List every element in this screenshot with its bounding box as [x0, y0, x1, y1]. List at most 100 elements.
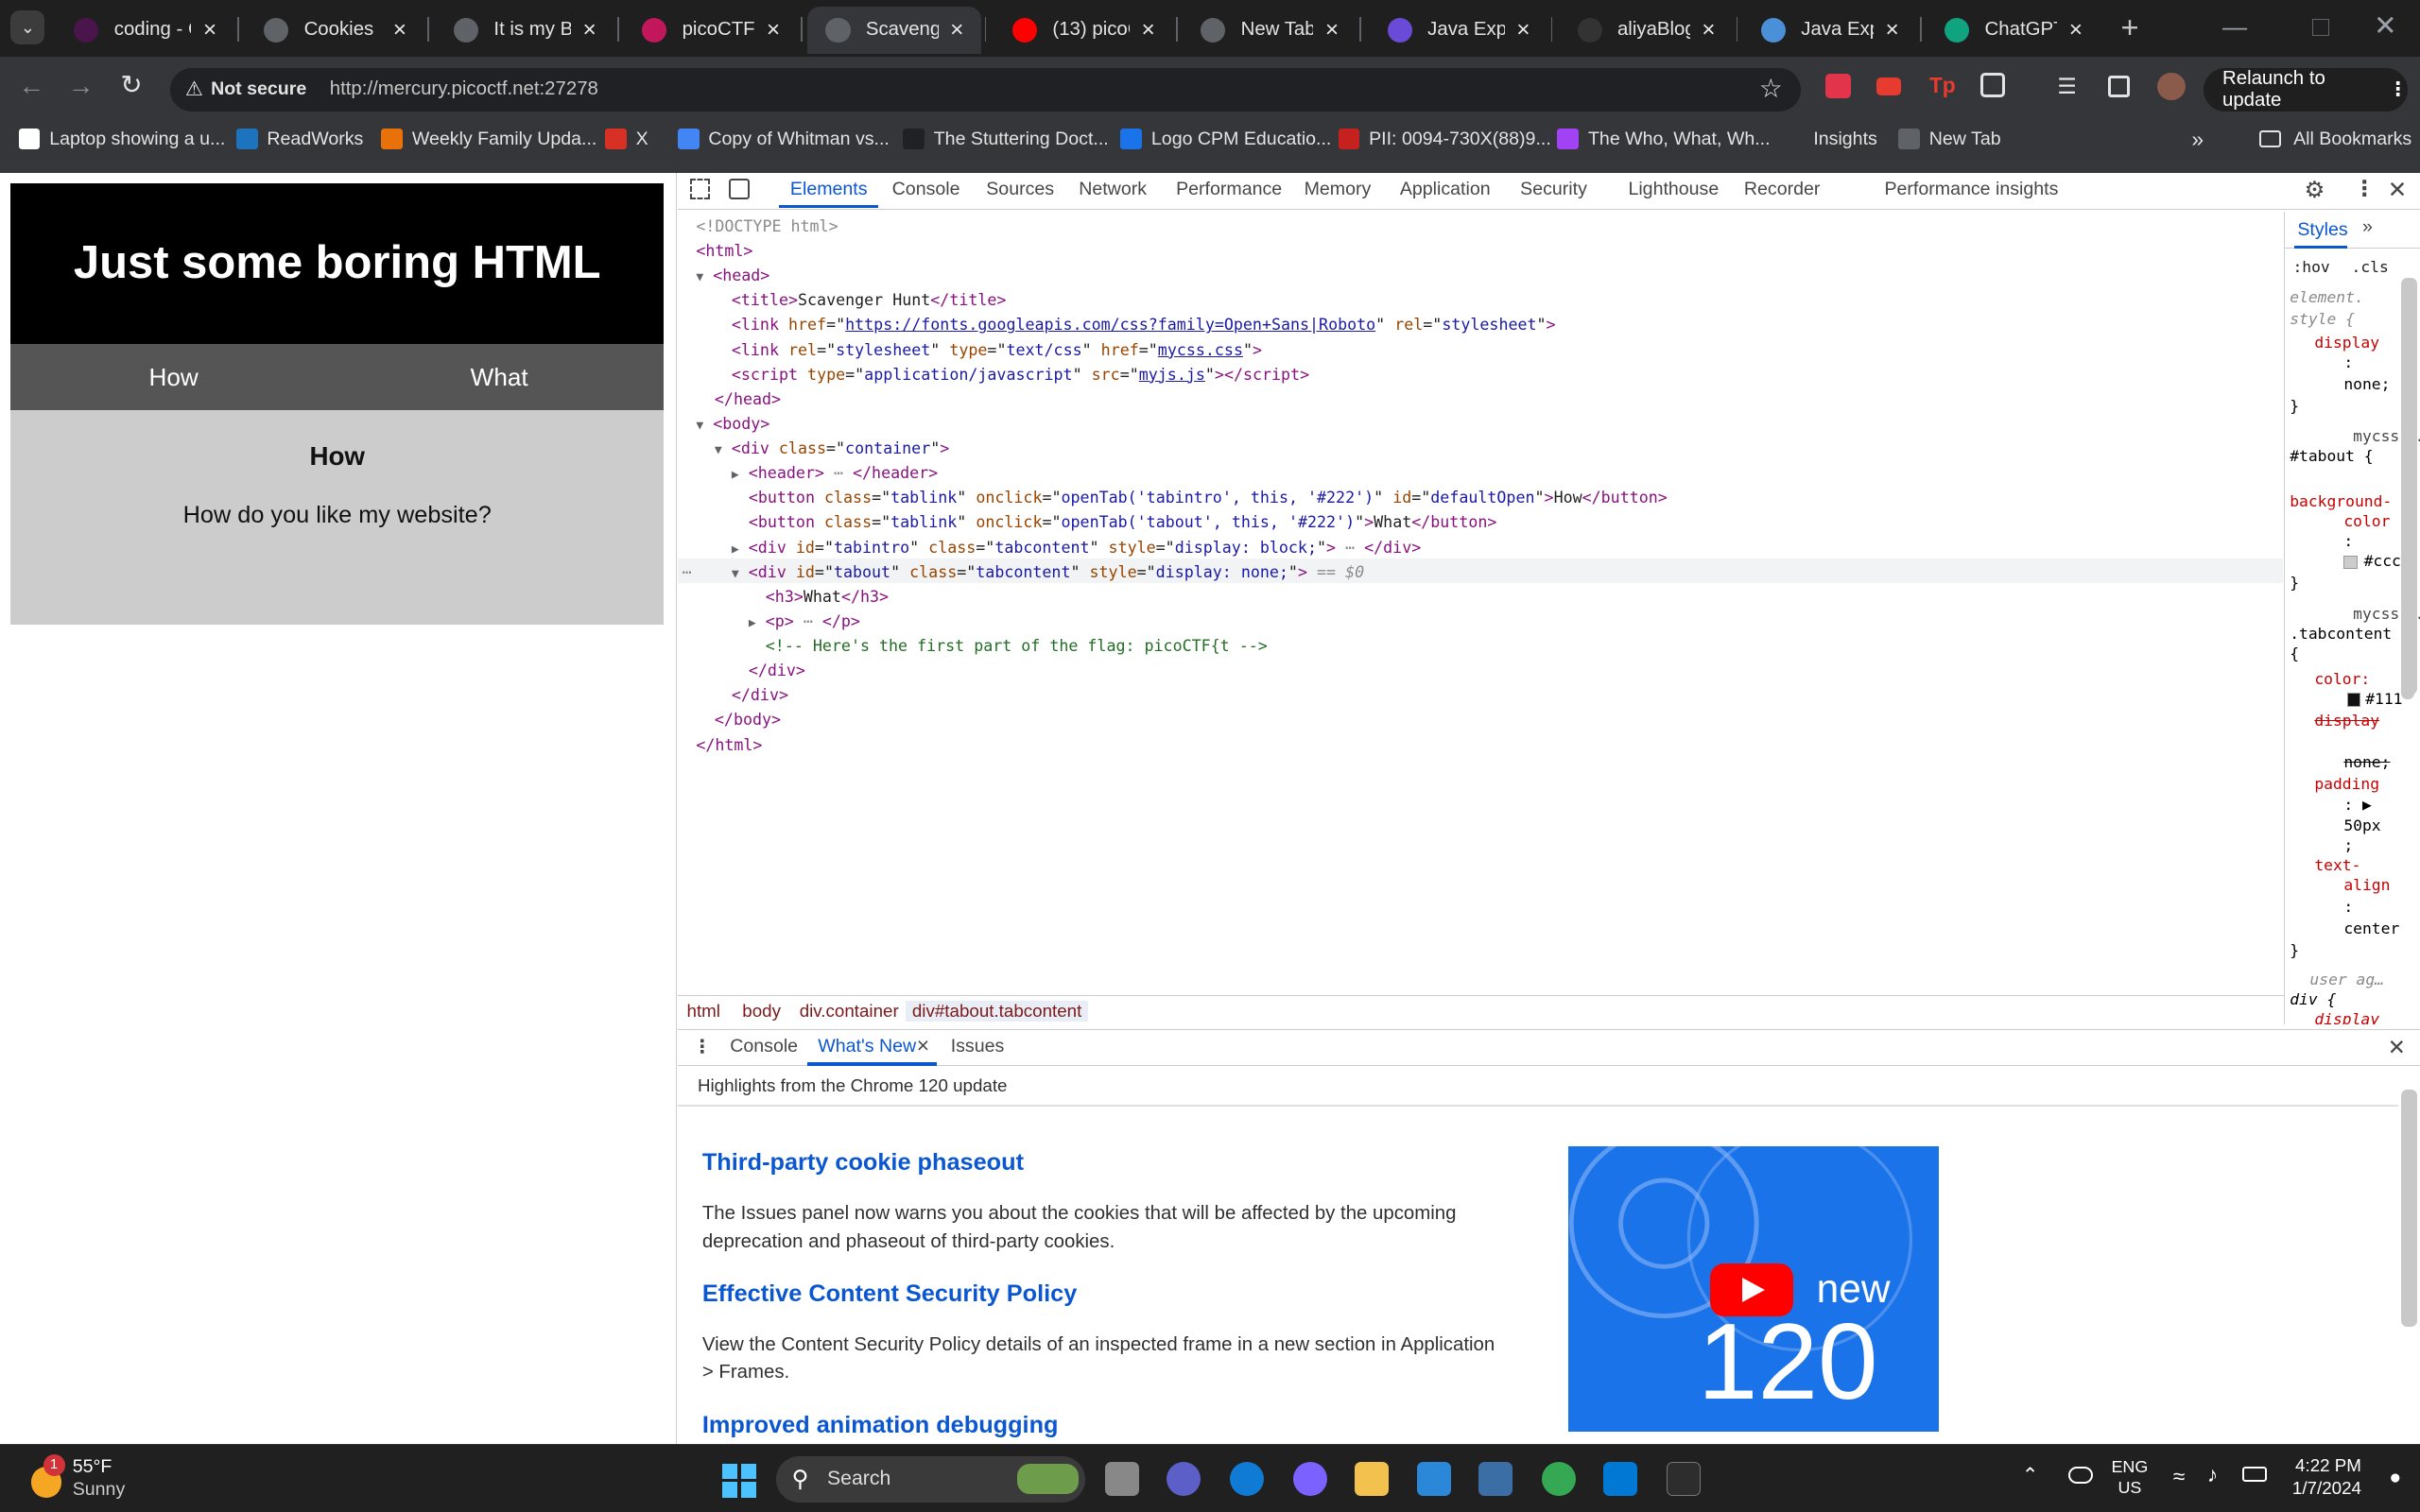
- bookmark-item[interactable]: PII: 0094-730X(88)9...: [1338, 129, 1551, 150]
- feature-title-cookie[interactable]: Third-party cookie phaseout: [702, 1149, 1024, 1177]
- window-close-button[interactable]: ✕: [2374, 9, 2397, 43]
- ua-display-prop[interactable]: display: [2314, 1010, 2379, 1024]
- profile-avatar[interactable]: [2157, 72, 2186, 101]
- dom-line-script[interactable]: <script type="application/javascript" sr…: [732, 363, 1309, 387]
- drawer-menu-icon[interactable]: ⋮: [693, 1036, 712, 1058]
- browser-tab[interactable]: (13) picoCT ×: [994, 7, 1172, 55]
- bookmark-item[interactable]: Logo CPM Educatio...: [1120, 129, 1331, 150]
- dom-line-head-close[interactable]: </head>: [715, 387, 781, 412]
- weather-widget[interactable]: 1 55°F Sunny: [27, 1453, 198, 1503]
- start-button[interactable]: [722, 1463, 756, 1498]
- close-tab-icon[interactable]: ×: [578, 17, 602, 43]
- wifi-icon[interactable]: ≈: [2173, 1464, 2186, 1489]
- devtools-tab[interactable]: Sources: [986, 179, 1054, 200]
- browser-tab[interactable]: coding - CS ×: [56, 7, 234, 55]
- style-prop-color[interactable]: color:: [2314, 670, 2370, 688]
- side-panel-icon[interactable]: [2108, 76, 2131, 97]
- new-tab-button[interactable]: +: [2115, 9, 2146, 46]
- bookmark-item[interactable]: Weekly Family Upda...: [381, 129, 596, 150]
- dom-line-h3[interactable]: <h3>What</h3>: [766, 585, 889, 610]
- back-button[interactable]: ←: [19, 71, 45, 101]
- close-tab-icon[interactable]: ×: [2064, 17, 2088, 43]
- breadcrumb-item[interactable]: body: [742, 1001, 781, 1022]
- dom-line-head[interactable]: ▼ <head>: [696, 264, 769, 290]
- address-bar[interactable]: ⚠ Not secure http://mercury.picoctf.net:…: [169, 67, 1802, 112]
- dom-line-button-how[interactable]: <button class="tablink" onclick="openTab…: [749, 486, 1668, 510]
- clock[interactable]: 4:22 PM 1/7/2024: [2290, 1454, 2361, 1501]
- devtools-tab[interactable]: Performance: [1176, 179, 1282, 200]
- browser-tab[interactable]: picoCTF - p ×: [624, 7, 798, 55]
- browser-tab[interactable]: It is my Birt ×: [435, 7, 614, 55]
- devtools-tab[interactable]: Network: [1079, 179, 1147, 200]
- close-tab-icon[interactable]: ×: [388, 17, 412, 43]
- onedrive-icon[interactable]: [2067, 1467, 2093, 1484]
- dom-line-ellipsis[interactable]: ⋯: [683, 560, 692, 585]
- dom-line-div-close[interactable]: </div>: [749, 659, 805, 683]
- taskbar-search[interactable]: ⚲ Search: [776, 1455, 1085, 1503]
- bookmark-item[interactable]: The Who, What, Wh...: [1557, 129, 1771, 150]
- tab-how-button[interactable]: How: [10, 344, 336, 410]
- bookmark-item[interactable]: New Tab: [1898, 129, 2001, 150]
- browser-tab[interactable]: Java Exploit ×: [1742, 7, 1916, 55]
- forward-button[interactable]: →: [68, 71, 95, 101]
- dom-line-tabout[interactable]: ▼ <div id="tabout" class="tabcontent" st…: [732, 560, 1364, 587]
- notepad-icon[interactable]: [1478, 1462, 1512, 1497]
- style-val-none[interactable]: none;: [2343, 375, 2390, 393]
- devtools-close-icon[interactable]: ✕: [2388, 176, 2408, 204]
- all-bookmarks-button[interactable]: All Bookmarks: [2259, 129, 2411, 150]
- close-whats-new-icon[interactable]: ×: [917, 1033, 929, 1058]
- browser-tab[interactable]: Java Exploit ×: [1369, 7, 1547, 55]
- maximize-button[interactable]: [2311, 18, 2329, 36]
- minimize-button[interactable]: —: [2222, 12, 2247, 42]
- devtools-tab[interactable]: Recorder: [1744, 179, 1821, 200]
- dom-line-button-what[interactable]: <button class="tablink" onclick="openTab…: [749, 510, 1497, 535]
- close-tab-icon[interactable]: ×: [1320, 17, 1344, 43]
- browser-tab[interactable]: ChatGPT ×: [1927, 7, 2100, 55]
- bookmarks-overflow-icon[interactable]: »: [2191, 127, 2204, 152]
- task-view-icon[interactable]: [1104, 1462, 1139, 1497]
- drawer-scrollbar[interactable]: [2401, 1089, 2417, 1328]
- file-explorer-icon[interactable]: [1355, 1462, 1390, 1497]
- breadcrumb-item[interactable]: html: [687, 1001, 720, 1022]
- dom-line-link-css[interactable]: <link rel="stylesheet" type="text/css" h…: [732, 338, 1262, 363]
- pocket-extension-icon[interactable]: [1825, 74, 1851, 99]
- devtools-settings-icon[interactable]: ⚙: [2305, 176, 2325, 204]
- breadcrumb-item[interactable]: div#tabout.tabcontent: [906, 1000, 1088, 1022]
- close-tab-icon[interactable]: ×: [198, 17, 222, 43]
- dom-line-p[interactable]: ▶ <p> ⋯ </p>: [749, 610, 860, 636]
- hov-toggle[interactable]: :hov: [2292, 258, 2329, 276]
- cls-toggle[interactable]: .cls: [2352, 258, 2389, 276]
- dom-line-container[interactable]: ▼ <div class="container">: [715, 437, 949, 463]
- devtools-tab[interactable]: Application: [1400, 179, 1491, 200]
- browser-tab[interactable]: Scavenger H×: [806, 6, 982, 55]
- style-val-padding[interactable]: 50px: [2343, 816, 2380, 834]
- elements-scrollbar[interactable]: [2401, 277, 2417, 695]
- bookmark-item[interactable]: ReadWorks: [235, 129, 363, 150]
- style-prop-display-overridden[interactable]: display: [2314, 712, 2379, 730]
- tab-what-button[interactable]: What: [337, 344, 662, 410]
- inspect-element-icon[interactable]: [689, 179, 710, 199]
- extensions-puzzle-icon[interactable]: [1979, 72, 2005, 97]
- devtools-tab[interactable]: Memory: [1305, 179, 1372, 200]
- reload-button[interactable]: ↻: [120, 69, 142, 100]
- relaunch-button[interactable]: Relaunch to update ⋮: [2204, 68, 2408, 112]
- dom-line-header[interactable]: ▶ <header> ⋯ </header>: [732, 461, 938, 488]
- drawer-tab[interactable]: Console: [730, 1036, 798, 1057]
- breadcrumb-item[interactable]: div.container: [800, 1001, 899, 1022]
- style-prop-display[interactable]: display: [2314, 334, 2379, 352]
- whats-new-video-thumbnail[interactable]: new 120: [1567, 1146, 1939, 1433]
- tray-overflow-icon[interactable]: ⌃: [2022, 1464, 2039, 1487]
- feature-title-csp[interactable]: Effective Content Security Policy: [702, 1280, 1077, 1308]
- style-prop-padding[interactable]: padding: [2314, 775, 2379, 793]
- vscode-icon[interactable]: [1603, 1462, 1638, 1497]
- record-extension-icon[interactable]: [1876, 77, 1902, 96]
- dom-line-container-close[interactable]: </div>: [732, 683, 788, 708]
- chrome-taskbar-icon[interactable]: [1542, 1462, 1576, 1497]
- devtools-tab[interactable]: Elements: [790, 179, 868, 200]
- dom-line-comment-flag[interactable]: <!-- Here's the first part of the flag: …: [766, 634, 1268, 659]
- close-tab-icon[interactable]: ×: [1880, 17, 1905, 43]
- teams-icon[interactable]: [1167, 1462, 1201, 1497]
- discord-icon[interactable]: [1293, 1462, 1328, 1497]
- bookmark-item[interactable]: X: [605, 129, 648, 150]
- notification-bell-icon[interactable]: ●: [2389, 1467, 2401, 1489]
